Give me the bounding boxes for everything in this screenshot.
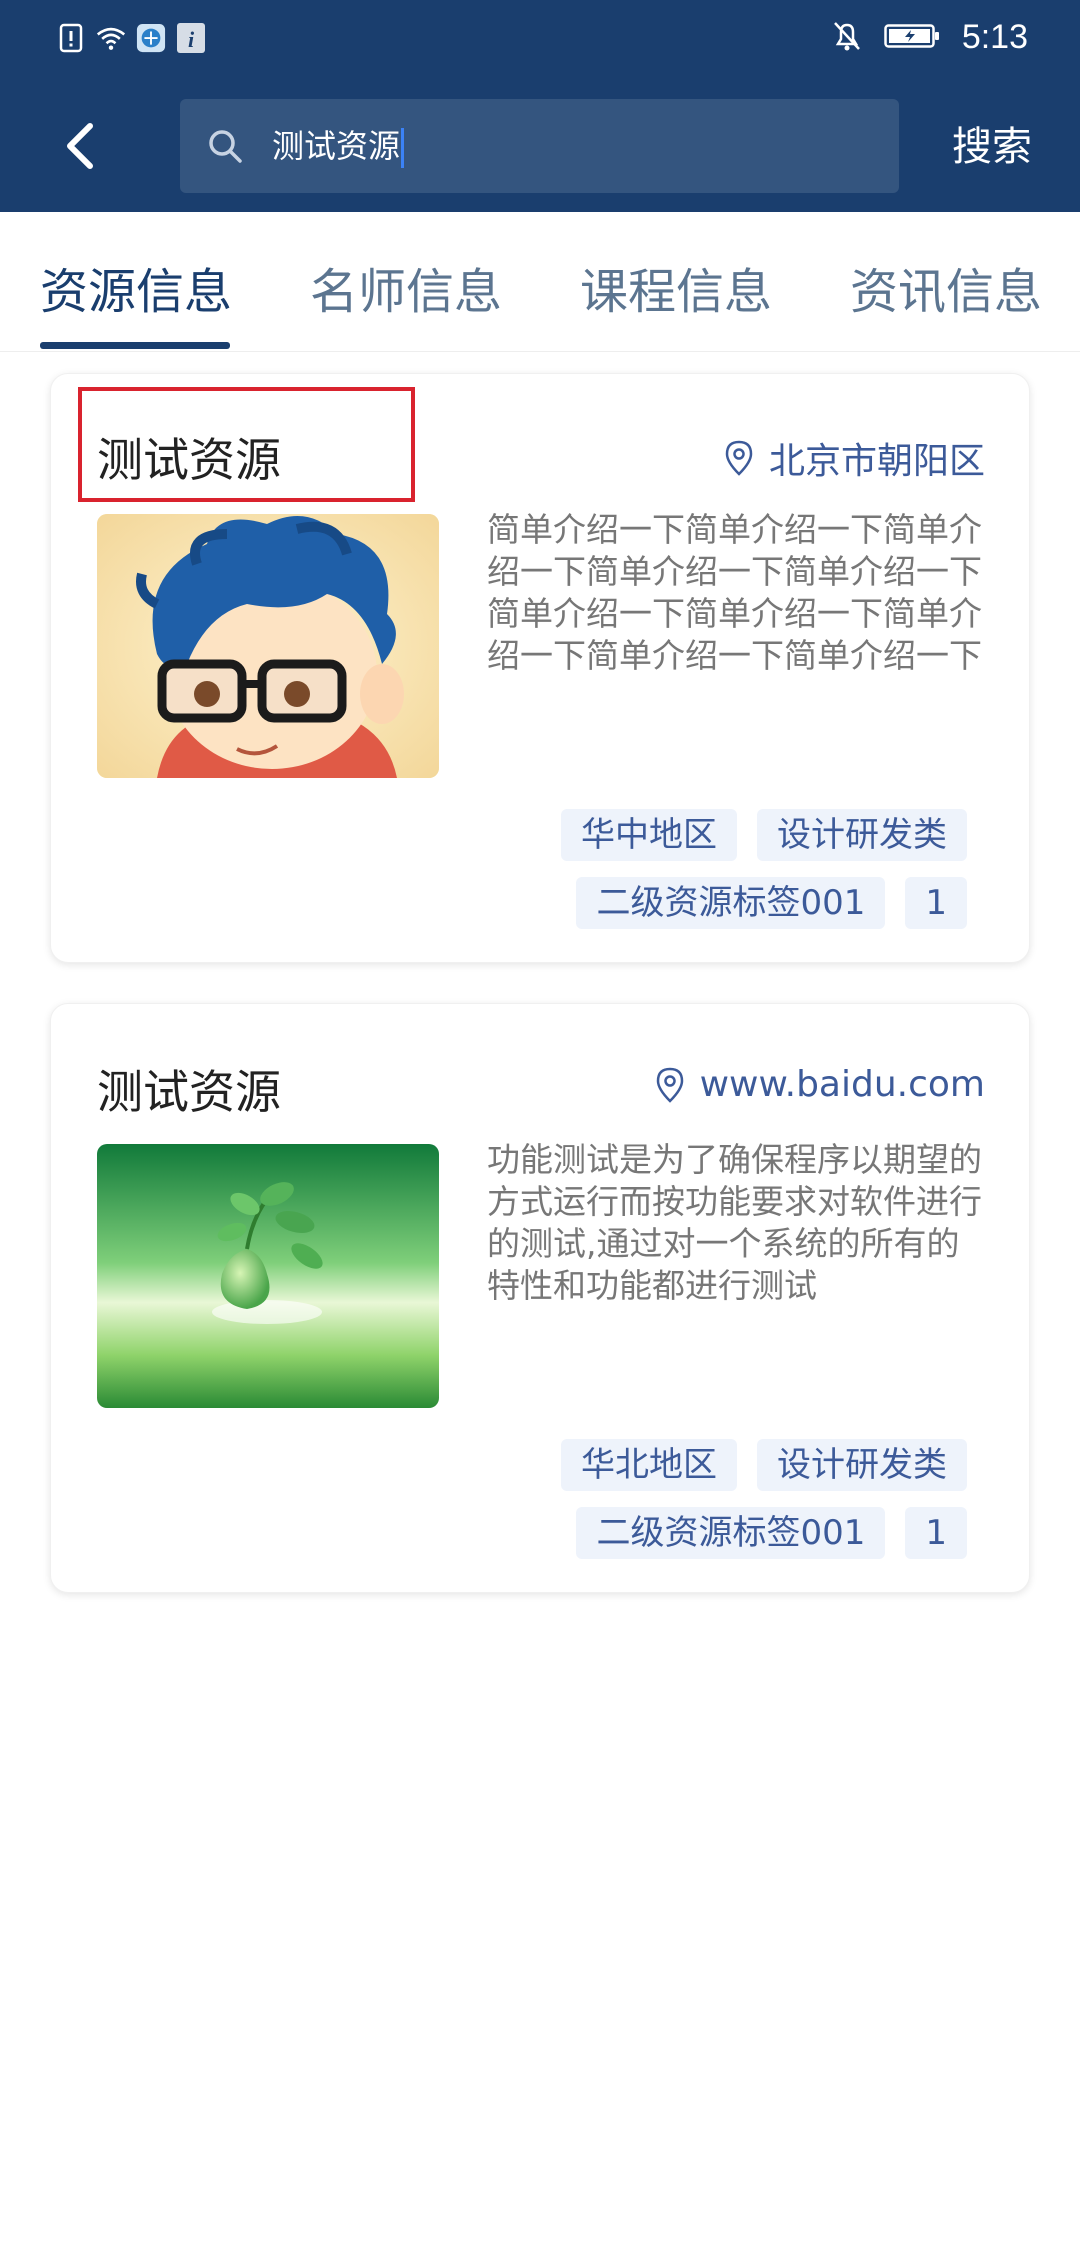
tag-chip: 二级资源标签001 [576,1507,886,1559]
tab-teacher-info[interactable]: 名师信息 [310,252,502,322]
tag-chip: 华北地区 [561,1439,737,1491]
tab-active-indicator [40,342,230,349]
tab-resource-info[interactable]: 资源信息 [40,252,232,322]
wifi-icon [96,22,126,54]
green-sprout-image [97,1144,439,1408]
bell-off-icon [832,20,862,56]
battery-charging-icon [884,22,940,54]
tab-news-info[interactable]: 资讯信息 [850,252,1042,322]
sim-alert-icon [56,22,86,54]
search-input[interactable]: 测试资源 [272,121,872,171]
location-pin-icon [725,440,753,476]
tag-chip: 1 [905,1507,967,1559]
status-time: 5:13 [961,18,1028,56]
back-button[interactable] [54,116,114,176]
highlight-annotation [78,387,415,502]
tab-bar: 资源信息 名师信息 课程信息 资讯信息 [0,212,1080,352]
card-title: 测试资源 [97,1065,281,1119]
card-location: 北京市朝阳区 [725,432,985,484]
location-pin-icon [656,1067,683,1103]
tag-chip: 二级资源标签001 [576,877,886,929]
search-box[interactable]: 测试资源 [180,99,899,193]
app-bar: 测试资源 搜索 [0,78,1080,212]
card-tags: 华北地区 设计研发类 二级资源标签001 1 [467,1439,967,1559]
tag-chip: 华中地区 [561,809,737,861]
card-tags: 华中地区 设计研发类 二级资源标签001 1 [467,809,967,929]
tag-chip: 设计研发类 [757,1439,967,1491]
status-bar: i 5:13 [0,0,1080,78]
location-text: 北京市朝阳区 [768,441,985,482]
card-description: 功能测试是为了确保程序以期望的方式运行而按功能要求对软件进行的测试,通过对一个系… [487,1140,982,1305]
card-description: 简单介绍一下简单介绍一下简单介绍一下简单介绍一下简单介绍一下简单介绍一下简单介绍… [487,510,982,675]
info-icon: i [176,22,206,54]
location-text: www.baidu.com [699,1064,985,1105]
card-location: www.baidu.com [656,1064,985,1105]
status-icons-right: 5:13 [832,18,1028,57]
chevron-left-icon [67,123,93,169]
app-badge-icon [136,22,166,54]
status-icons-left: i [56,22,206,54]
svg-text:i: i [188,27,195,52]
search-input-value: 测试资源 [272,127,401,165]
search-button[interactable]: 搜索 [952,114,1032,172]
cartoon-avatar-image [97,514,439,778]
text-caret [401,128,405,168]
search-icon [206,127,244,165]
tab-course-info[interactable]: 课程信息 [580,252,772,322]
resource-card[interactable]: 测试资源 www.baidu.com 功能测试是为了确保程序以期望的方式运行而按… [50,1003,1030,1593]
tag-chip: 设计研发类 [757,809,967,861]
tag-chip: 1 [905,877,967,929]
